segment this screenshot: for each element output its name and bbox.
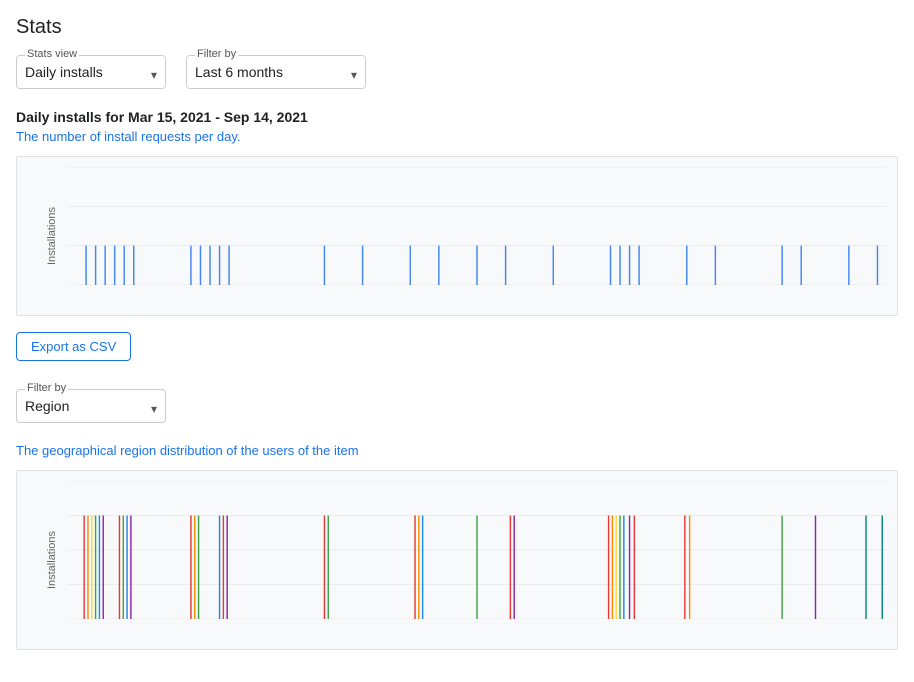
controls-row: Stats view Daily installs Weekly install…: [16, 55, 898, 89]
chart2-y-label: Installations: [46, 531, 58, 589]
chart2-svg: 1.5 1.0 0.5 0.0: [67, 481, 887, 619]
stats-view-select-container: Stats view Daily installs Weekly install…: [16, 55, 166, 89]
region-select-container: Filter by Region Country Language ▾: [16, 389, 166, 423]
filter-by-select-container: Filter by Last 6 months Last 3 months La…: [186, 55, 366, 89]
stats-view-label: Stats view: [25, 48, 79, 60]
filter-by-select[interactable]: Last 6 months Last 3 months Last month L…: [195, 60, 357, 84]
chart2-subtitle: The geographical region distribution of …: [16, 443, 898, 458]
export-csv-button[interactable]: Export as CSV: [16, 332, 131, 361]
chart1-title: Daily installs for Mar 15, 2021 - Sep 14…: [16, 109, 898, 125]
region-filter-row: Filter by Region Country Language ▾: [16, 389, 898, 423]
chart1-y-label: Installations: [46, 207, 58, 265]
region-filter-label: Filter by: [25, 382, 68, 394]
region-select[interactable]: Region Country Language: [25, 394, 157, 418]
chart1-subtitle: The number of install requests per day.: [16, 129, 898, 144]
filter-by-label: Filter by: [195, 48, 238, 60]
chart1-svg: 3 2 1 0: [67, 167, 887, 285]
chart1-container: Installations 3 2 1 0: [16, 156, 898, 316]
page-title: Stats: [16, 16, 898, 39]
second-section: Filter by Region Country Language ▾ The …: [16, 389, 898, 650]
chart2-container: Installations 1.5 1.0 0.5 0.0: [16, 470, 898, 650]
stats-view-select[interactable]: Daily installs Weekly installs Monthly i…: [25, 60, 157, 84]
